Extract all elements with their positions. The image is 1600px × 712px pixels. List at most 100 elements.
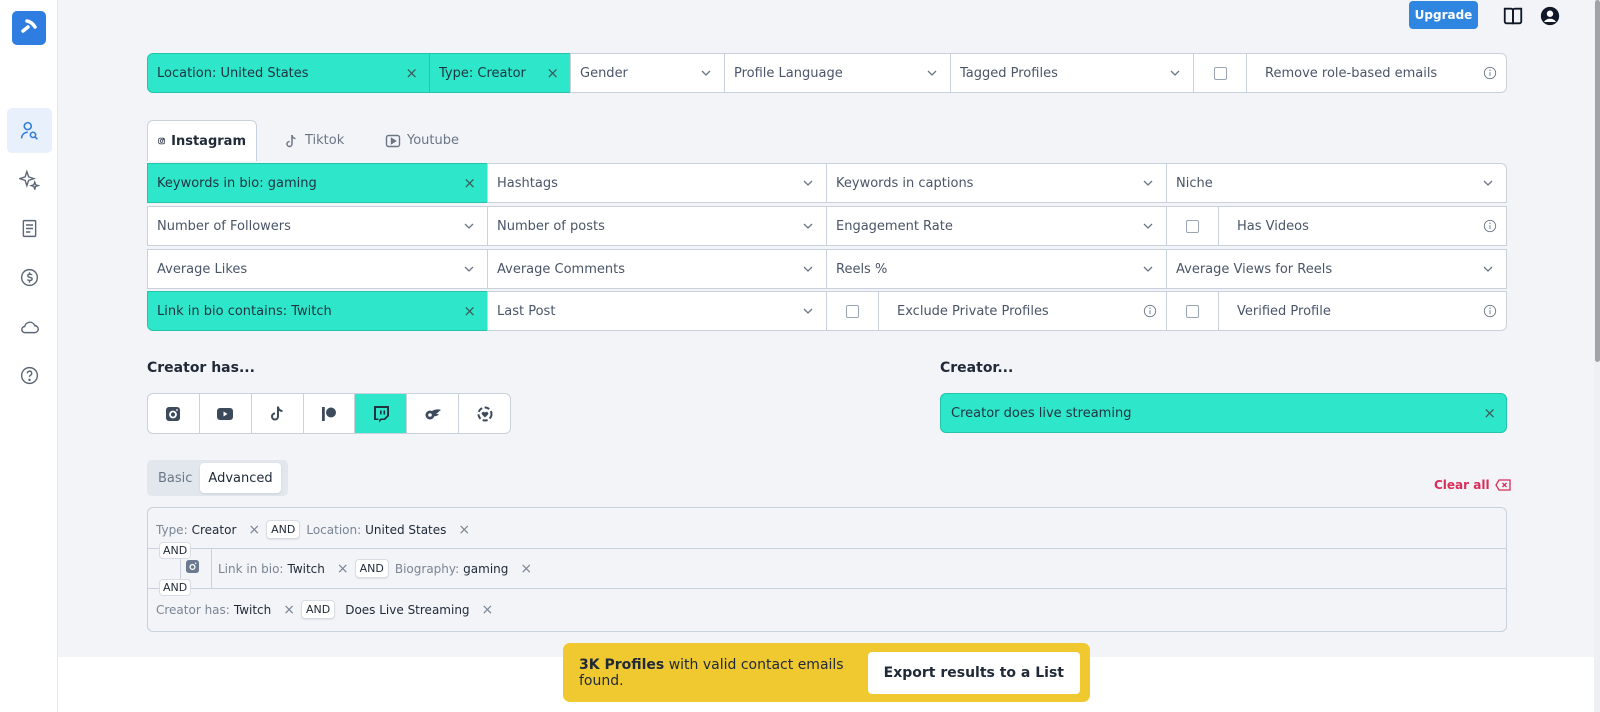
document-icon: [22, 219, 37, 238]
and-operator[interactable]: AND: [354, 559, 389, 578]
live-streaming-filter[interactable]: Creator does live streaming ×: [940, 393, 1507, 433]
avg-views-reels-dropdown[interactable]: Average Views for Reels: [1166, 249, 1507, 289]
remove-role-emails-checkbox-cell[interactable]: [1193, 53, 1247, 93]
scrollbar-thumb[interactable]: [1595, 0, 1600, 362]
patreon-icon: [322, 406, 336, 421]
last-post-dropdown[interactable]: Last Post: [487, 291, 827, 331]
app-logo[interactable]: [12, 11, 46, 45]
remove-live-streaming-icon[interactable]: ×: [1483, 404, 1496, 422]
remove-query-live-streaming-icon[interactable]: ×: [482, 602, 494, 618]
sidebar-item-creator-search[interactable]: [7, 108, 52, 153]
verified-label-cell[interactable]: Verified Profile: [1218, 291, 1507, 331]
has-videos-checkbox[interactable]: [1186, 219, 1199, 233]
query-row-general: Type: Creator × AND Location: United Sta…: [156, 520, 471, 539]
exclude-private-label-cell[interactable]: Exclude Private Profiles: [878, 291, 1167, 331]
info-icon[interactable]: [1483, 304, 1497, 318]
info-icon[interactable]: [1483, 219, 1497, 233]
query-divider: [148, 588, 1506, 589]
type-filter[interactable]: Type: Creator ×: [429, 53, 571, 93]
chevron-down-icon: [803, 180, 813, 186]
link-in-bio-filter[interactable]: Link in bio contains: Twitch ×: [147, 291, 488, 331]
niche-dropdown[interactable]: Niche: [1166, 163, 1507, 203]
mode-basic-button[interactable]: Basic: [150, 463, 200, 493]
platform-other-social[interactable]: [459, 394, 510, 433]
info-icon[interactable]: [1143, 304, 1157, 318]
tab-youtube[interactable]: Youtube: [375, 120, 469, 161]
remove-query-location-icon[interactable]: ×: [458, 522, 470, 538]
tiktok-icon: [271, 405, 283, 420]
platform-onlyfans[interactable]: [407, 394, 460, 433]
gender-dropdown[interactable]: Gender: [570, 53, 725, 93]
book-icon[interactable]: [1502, 5, 1524, 27]
platform-twitch[interactable]: [355, 394, 408, 433]
remove-role-emails-label-cell[interactable]: Remove role-based emails: [1246, 53, 1507, 93]
creator-has-title: Creator has...: [147, 360, 255, 376]
remove-query-type-icon[interactable]: ×: [248, 522, 260, 538]
has-videos-checkbox-cell[interactable]: [1166, 206, 1219, 246]
twitch-icon: [373, 405, 389, 422]
has-videos-label-cell[interactable]: Has Videos: [1218, 206, 1507, 246]
sparkles-icon: [19, 169, 40, 190]
platform-instagram[interactable]: [148, 394, 200, 433]
user-search-icon: [20, 121, 38, 140]
verified-checkbox-cell[interactable]: [1166, 291, 1219, 331]
platform-youtube[interactable]: [200, 394, 252, 433]
info-icon[interactable]: [1483, 66, 1497, 80]
user-account-icon[interactable]: [1539, 5, 1561, 27]
tab-instagram[interactable]: Instagram: [147, 120, 257, 161]
avg-comments-dropdown[interactable]: Average Comments: [487, 249, 827, 289]
search-mode-toggle: Basic Advanced: [147, 460, 288, 496]
verified-checkbox[interactable]: [1186, 304, 1199, 318]
sidebar-item-lists[interactable]: [7, 206, 52, 251]
sidebar-item-integrations[interactable]: [7, 304, 52, 349]
platform-tiktok[interactable]: [252, 394, 304, 433]
sidebar-item-billing[interactable]: [7, 255, 52, 300]
engagement-rate-dropdown[interactable]: Engagement Rate: [826, 206, 1167, 246]
keywords-captions-dropdown[interactable]: Keywords in captions: [826, 163, 1167, 203]
results-banner: 3K Profiles with valid contact emails fo…: [563, 643, 1090, 702]
avg-likes-dropdown[interactable]: Average Likes: [147, 249, 488, 289]
remove-link-in-bio-icon[interactable]: ×: [463, 302, 476, 320]
cloud-icon: [21, 321, 39, 334]
remove-query-bio-icon[interactable]: ×: [520, 561, 532, 577]
creator-has-platforms: [147, 393, 511, 434]
query-row-instagram: Link in bio: Twitch × AND Biography: gam…: [218, 559, 533, 578]
chevron-down-icon: [1483, 180, 1493, 186]
tagged-profiles-dropdown[interactable]: Tagged Profiles: [950, 53, 1194, 93]
dollar-icon: [20, 268, 39, 287]
remove-type-icon[interactable]: ×: [546, 64, 559, 82]
and-operator[interactable]: AND: [266, 520, 301, 539]
profile-language-dropdown[interactable]: Profile Language: [724, 53, 951, 93]
exclude-private-checkbox[interactable]: [846, 304, 859, 318]
mode-advanced-button[interactable]: Advanced: [200, 463, 281, 493]
posts-dropdown[interactable]: Number of posts: [487, 206, 827, 246]
sidebar-item-ai[interactable]: [7, 157, 52, 202]
platform-patreon[interactable]: [304, 394, 356, 433]
location-filter[interactable]: Location: United States ×: [147, 53, 430, 93]
remove-query-creator-has-icon[interactable]: ×: [283, 602, 295, 618]
hashtags-dropdown[interactable]: Hashtags: [487, 163, 827, 203]
remove-keywords-bio-icon[interactable]: ×: [463, 174, 476, 192]
sidebar-item-help[interactable]: [7, 353, 52, 398]
followers-dropdown[interactable]: Number of Followers: [147, 206, 488, 246]
tab-tiktok[interactable]: Tiktok: [273, 120, 354, 161]
export-results-button[interactable]: Export results to a List: [867, 651, 1080, 694]
remove-role-emails-checkbox[interactable]: [1213, 66, 1227, 80]
and-connector[interactable]: AND: [159, 542, 192, 559]
reels-pct-dropdown[interactable]: Reels %: [826, 249, 1167, 289]
keywords-bio-filter[interactable]: Keywords in bio: gaming ×: [147, 163, 488, 203]
upgrade-button[interactable]: Upgrade: [1409, 1, 1478, 29]
clear-all-button[interactable]: Clear all: [1434, 478, 1511, 492]
chevron-down-icon: [1143, 266, 1153, 272]
chevron-down-icon: [803, 223, 813, 229]
chevron-down-icon: [803, 308, 813, 314]
chevron-down-icon: [1170, 70, 1180, 76]
remove-location-icon[interactable]: ×: [405, 64, 418, 82]
exclude-private-checkbox-cell[interactable]: [826, 291, 879, 331]
remove-query-link-icon[interactable]: ×: [337, 561, 349, 577]
instagram-icon: [158, 137, 165, 145]
and-operator[interactable]: AND: [300, 600, 336, 619]
chevron-down-icon: [464, 223, 474, 229]
chevron-down-icon: [803, 266, 813, 272]
and-connector[interactable]: AND: [159, 579, 192, 596]
